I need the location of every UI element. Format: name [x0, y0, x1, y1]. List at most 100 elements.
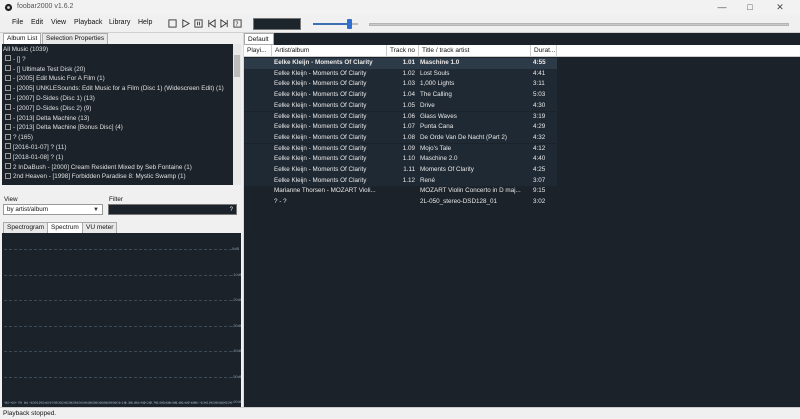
tree-item[interactable]: - [2007] D-Sides (Disc 1) (13) — [5, 94, 95, 103]
volume-thumb[interactable] — [347, 19, 352, 29]
menu-help[interactable]: Help — [138, 19, 152, 26]
playlist-row[interactable]: Eelke Kleijn - Moments Of Clarity 1.12 Ren… — [244, 175, 557, 187]
cell-track: 1.11 — [403, 166, 415, 173]
playlist-row[interactable]: Marianne Thorsen - MOZART Violi... MOZART… — [244, 186, 557, 197]
playlist-row[interactable]: Eelke Kleijn - Moments Of Clarity 1.09 Moj… — [244, 143, 557, 155]
cell-artist: Eelke Kleijn - Moments Of Clarity — [274, 166, 367, 173]
db-label: -30dB — [232, 322, 241, 328]
menu-view[interactable]: View — [51, 19, 66, 26]
tree-item-label: [2005] UNKLESounds: Edit Music for a Fil… — [16, 85, 224, 93]
tree-item[interactable]: 2 InDaBush - [2000] Cream Resident Mixed… — [5, 162, 192, 172]
cell-artist: Eelke Kleijn - Moments Of Clarity — [274, 59, 373, 66]
tree-item-label: [2016-01-07] ? (11) — [13, 144, 67, 151]
tree-item[interactable]: - [2013] Delta Machine [Bonus Disc] (4) — [5, 123, 123, 132]
view-select[interactable]: by artist/album ▼ — [3, 204, 103, 215]
tree-item[interactable]: - [2013] Delta Machine (13) — [5, 113, 89, 123]
svg-text:?: ? — [235, 21, 238, 28]
tab-playlist-default[interactable]: Default — [244, 33, 274, 45]
spectrum-visualizer: 0dB -10dB -20dB -30dB -40dB -50dB -60dB 5060708… — [2, 233, 241, 409]
tree-item[interactable]: - [2005] UNKLESounds: Edit Music for a F… — [5, 84, 224, 93]
album-tree[interactable]: All Music (1039) - [] ? - [] Ultimate Test… — [2, 44, 233, 185]
expand-icon[interactable] — [5, 153, 11, 160]
minimize-icon[interactable]: — — [710, 0, 734, 15]
play-icon[interactable] — [181, 19, 190, 28]
column-title[interactable]: Title / track artist — [419, 45, 531, 57]
cell-title: MOZART Violin Concerto in D maj... — [420, 187, 521, 195]
view-select-value: by artist/album — [7, 206, 48, 213]
cell-title: Maschine 1.0 — [420, 59, 460, 66]
expand-icon[interactable] — [5, 55, 11, 62]
expand-icon[interactable] — [5, 74, 11, 81]
cell-title: Drive — [420, 101, 435, 109]
db-gridline — [4, 325, 232, 327]
db-gridline — [4, 376, 232, 378]
tree-item[interactable]: - [] ? — [5, 55, 26, 64]
filter-label: Filter — [109, 196, 123, 203]
close-icon[interactable]: ✕ — [768, 0, 792, 15]
tree-item[interactable]: - [2007] D-Sides (Disc 2) (9) — [5, 104, 91, 113]
filter-input[interactable]: ? — [108, 204, 237, 215]
seek-bar[interactable] — [369, 23, 789, 26]
expand-icon[interactable] — [5, 172, 11, 179]
cell-artist: Eelke Kleijn - Moments Of Clarity — [274, 155, 367, 163]
db-gridline — [4, 249, 232, 250]
visualization-display — [253, 18, 301, 30]
playlist-row[interactable]: Eelke Kleijn - Moments Of Clarity 1.01 Mas… — [244, 58, 557, 69]
expand-icon[interactable] — [5, 84, 11, 91]
column-duration[interactable]: Durat... — [531, 45, 557, 57]
playlist-row[interactable]: Eelke Kleijn - Moments Of Clarity 1.06 Gla… — [244, 111, 557, 123]
tree-item[interactable]: All Music (1039) — [3, 45, 48, 54]
next-icon[interactable] — [220, 19, 229, 28]
view-label: View — [4, 196, 18, 203]
tree-item[interactable]: 2nd Heaven - [1998] Forbidden Paradise 8… — [5, 172, 186, 181]
cell-artist: Eelke Kleijn - Moments Of Clarity — [274, 112, 367, 120]
cell-track: 1.05 — [402, 101, 415, 109]
maximize-icon[interactable]: □ — [738, 0, 762, 15]
tree-scrollbar-thumb[interactable] — [234, 55, 240, 77]
cell-title: Moments Of Clarity — [420, 166, 474, 173]
expand-icon[interactable] — [5, 123, 11, 130]
column-playing[interactable]: Playi... — [244, 45, 272, 57]
playlist-row[interactable]: ? - ? 2L-050_stereo-DSD128_01 3:02 — [244, 197, 557, 208]
db-gridline — [4, 274, 232, 276]
menu-library[interactable]: Library — [109, 19, 130, 26]
cell-track: 1.02 — [402, 69, 415, 77]
expand-icon[interactable] — [5, 113, 11, 120]
random-icon[interactable]: ? — [233, 19, 242, 28]
stop-icon[interactable] — [168, 19, 177, 28]
playlist-row[interactable]: Eelke Kleijn - Moments Of Clarity 1.07 Pun… — [244, 122, 557, 133]
cell-artist: Eelke Kleijn - Moments Of Clarity — [274, 123, 367, 131]
tree-item-label: [2018-01-08] ? (1) — [13, 153, 64, 161]
pause-icon[interactable] — [194, 19, 203, 28]
playlist-row[interactable]: Eelke Kleijn - Moments Of Clarity 1.03 1,0… — [244, 79, 557, 90]
tree-item[interactable]: - [] Ultimate Test Disk (20) — [5, 64, 86, 74]
previous-icon[interactable] — [207, 19, 216, 28]
tree-item[interactable]: [2016-01-07] ? (11) — [5, 143, 66, 152]
expand-icon[interactable] — [5, 133, 11, 140]
tree-item[interactable]: - [2005] Edit Music For A Film (1) — [5, 74, 105, 83]
tree-item-label: [] Ultimate Test Disk (20) — [16, 65, 86, 73]
menu-edit[interactable]: Edit — [31, 19, 43, 26]
column-artist-album[interactable]: Artist/album — [272, 45, 387, 57]
expand-icon[interactable] — [5, 64, 11, 71]
cell-track: 1.07 — [402, 123, 415, 131]
cell-artist: Eelke Kleijn - Moments Of Clarity — [274, 133, 367, 141]
playlist-row[interactable]: Eelke Kleijn - Moments Of Clarity 1.11 Mom… — [244, 165, 557, 176]
expand-icon[interactable] — [5, 162, 11, 169]
column-track-no[interactable]: Track no — [387, 45, 419, 57]
expand-icon[interactable] — [5, 94, 11, 101]
playlist-row[interactable]: Eelke Kleijn - Moments Of Clarity 1.05 Dri… — [244, 100, 557, 112]
menu-file[interactable]: File — [12, 19, 23, 26]
playlist-row[interactable]: Eelke Kleijn - Moments Of Clarity 1.10 Mas… — [244, 154, 557, 165]
tree-item[interactable]: ? (165) — [5, 133, 33, 142]
cell-duration: 4:30 — [533, 101, 546, 109]
tree-item-label: [2007] D-Sides (Disc 2) (9) — [16, 104, 92, 112]
expand-icon[interactable] — [5, 104, 11, 111]
playlist-row[interactable]: Eelke Kleijn - Moments Of Clarity 1.02 Los… — [244, 68, 557, 80]
playlist-row[interactable]: Eelke Kleijn - Moments Of Clarity 1.08 De … — [244, 132, 557, 144]
expand-icon[interactable] — [5, 143, 11, 150]
menu-playback[interactable]: Playback — [74, 19, 102, 26]
playlist-row[interactable]: Eelke Kleijn - Moments Of Clarity 1.04 The… — [244, 90, 557, 101]
tree-item[interactable]: [2018-01-08] ? (1) — [5, 153, 63, 162]
cell-title: René — [420, 176, 436, 184]
